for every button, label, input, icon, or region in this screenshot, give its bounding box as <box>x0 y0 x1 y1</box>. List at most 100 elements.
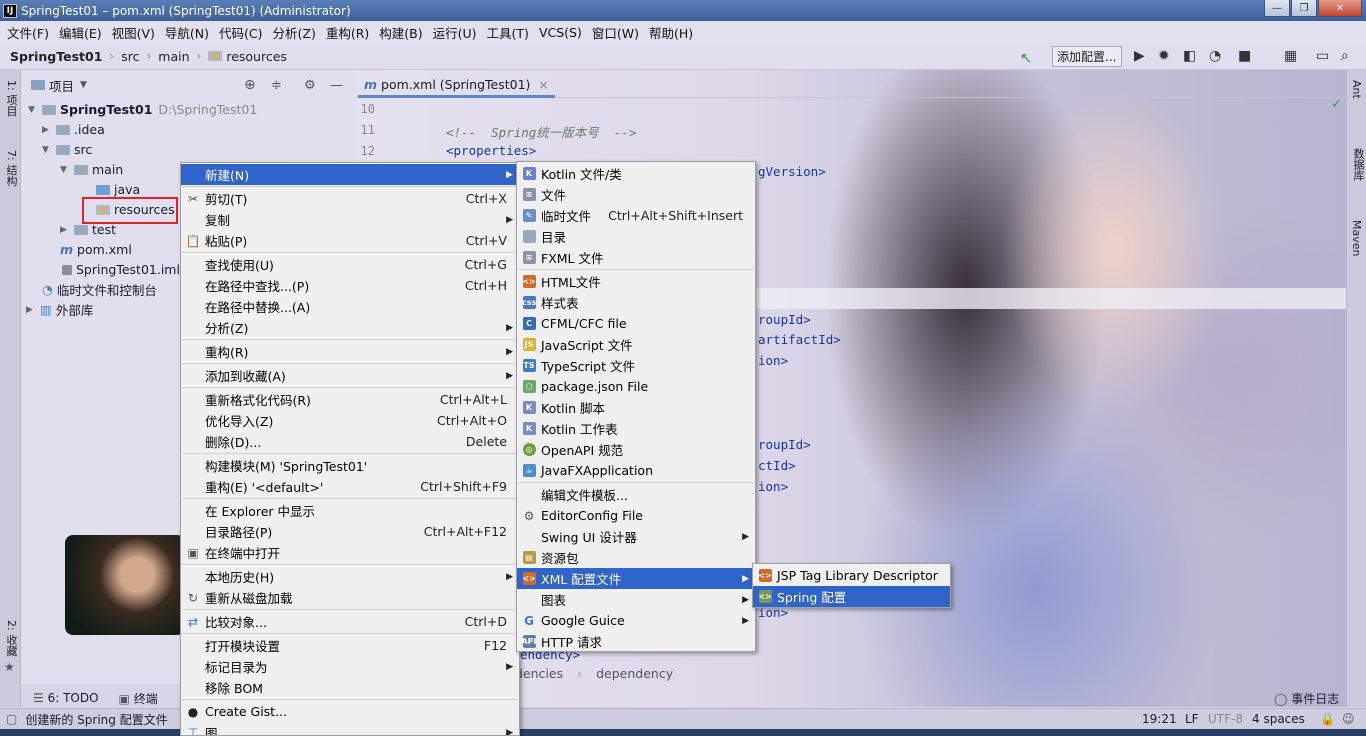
indent-setting[interactable]: 4 spaces <box>1252 712 1305 726</box>
menu-item-build-module[interactable]: 构建模块(M) 'SpringTest01' <box>181 455 519 476</box>
lock-icon[interactable]: 🔒 <box>1320 712 1335 726</box>
notifications-icon[interactable]: ☺ <box>1342 712 1355 726</box>
tree-item-scratches[interactable]: ◔ 临时文件和控制台 <box>42 280 157 299</box>
menu-item-mark-directory-as[interactable]: 标记目录为 ▶ <box>181 656 519 677</box>
new-fxml-file[interactable]: ≡ FXML 文件 <box>517 247 755 268</box>
menu-window[interactable]: 窗口(W) <box>587 23 644 42</box>
code-line[interactable]: gVersion> <box>758 164 826 179</box>
breadcrumb-resources[interactable]: resources <box>208 49 287 64</box>
tree-item-src[interactable]: ▼ src <box>42 140 92 159</box>
project-structure-icon[interactable]: ▦ <box>1284 48 1297 64</box>
menu-item-refactor[interactable]: 重构(R) ▶ <box>181 341 519 362</box>
code-line[interactable]: roupId> <box>758 437 811 452</box>
code-line[interactable]: ion> <box>758 479 788 494</box>
locate-icon[interactable]: ⊕ <box>244 77 256 93</box>
chevron-down-icon[interactable]: ▼ <box>80 80 87 90</box>
new-openapi-spec[interactable]: ◎ OpenAPI 规范 <box>517 439 755 460</box>
tree-item-test[interactable]: ▶ test <box>60 220 116 239</box>
code-properties[interactable]: <properties> <box>446 143 536 158</box>
menu-item-delete[interactable]: 删除(D)... Delete <box>181 431 519 452</box>
new-jsp-tld[interactable]: <> JSP Tag Library Descriptor <box>753 565 950 586</box>
menu-item-analyze[interactable]: 分析(Z) ▶ <box>181 317 519 338</box>
breadcrumb-main[interactable]: main <box>158 49 189 64</box>
new-file[interactable]: ≡ 文件 <box>517 184 755 205</box>
menu-edit[interactable]: 编辑(E) <box>54 23 107 42</box>
menu-item-directory-path[interactable]: 目录路径(P) Ctrl+Alt+F12 <box>181 521 519 542</box>
new-stylesheet[interactable]: css 样式表 <box>517 292 755 313</box>
event-log-tab[interactable]: ◯ 事件日志 <box>1274 690 1339 707</box>
profile-icon[interactable]: ◔ <box>1209 48 1221 64</box>
new-javafx-application[interactable]: ☕ JavaFXApplication <box>517 460 755 481</box>
breadcrumb-project[interactable]: SpringTest01 <box>10 49 102 64</box>
tree-item-main[interactable]: ▼ main <box>60 160 123 179</box>
new-spring-config[interactable]: <> Spring 配置 <box>753 586 950 607</box>
new-editorconfig-file[interactable]: ⚙ EditorConfig File <box>517 505 755 526</box>
collapse-icon[interactable]: ≑ <box>271 78 282 93</box>
structure-tool-tab[interactable]: 7: 结构 <box>3 150 19 186</box>
caret-position[interactable]: 19:21 <box>1142 712 1177 726</box>
new-html-file[interactable]: <> HTML文件 <box>517 271 755 292</box>
menu-refactor[interactable]: 重构(R) <box>321 23 374 42</box>
new-resource-bundle[interactable]: ▤ 资源包 <box>517 547 755 568</box>
minimize-button[interactable]: — <box>1264 0 1290 17</box>
menu-item-compare-with[interactable]: ⇄ 比较对象... Ctrl+D <box>181 611 519 632</box>
menu-build[interactable]: 构建(B) <box>374 23 427 42</box>
close-tab-icon[interactable]: × <box>538 77 548 92</box>
maven-tool-tab[interactable]: Maven <box>1350 220 1363 256</box>
tree-item-external-libs[interactable]: ▶ ▥ 外部库 <box>26 300 93 319</box>
menu-code[interactable]: 代码(C) <box>214 23 267 42</box>
tree-item-idea[interactable]: ▶ .idea <box>42 120 105 139</box>
new-kotlin-worksheet[interactable]: K Kotlin 工作表 <box>517 418 755 439</box>
menu-view[interactable]: 视图(V) <box>107 23 160 42</box>
new-cfml-file[interactable]: C CFML/CFC file <box>517 313 755 334</box>
new-xml-config-file[interactable]: <> XML 配置文件 ▶ <box>517 568 755 589</box>
menu-analyze[interactable]: 分析(Z) <box>268 23 321 42</box>
menu-item-find-usages[interactable]: 查找使用(U) Ctrl+G <box>181 254 519 275</box>
new-scratch-file[interactable]: ✎ 临时文件 Ctrl+Alt+Shift+Insert <box>517 205 755 226</box>
project-tool-tab[interactable]: 1: 项目 <box>3 80 19 116</box>
new-swing-ui-designer[interactable]: Swing UI 设计器 ▶ <box>517 526 755 547</box>
menu-vcs[interactable]: VCS(S) <box>534 25 587 40</box>
menu-item-find-in-path[interactable]: 在路径中查找...(P) Ctrl+H <box>181 275 519 296</box>
run-icon[interactable]: ▶ <box>1134 48 1145 64</box>
menu-item-cut[interactable]: ✂ 剪切(T) Ctrl+X <box>181 188 519 209</box>
search-icon[interactable]: ⌕ <box>1341 48 1349 64</box>
hammer-icon[interactable]: ↖ <box>1020 49 1033 67</box>
new-google-guice[interactable]: G Google Guice ▶ <box>517 610 755 631</box>
menu-navigate[interactable]: 导航(N) <box>160 23 214 42</box>
menu-tools[interactable]: 工具(T) <box>482 23 534 42</box>
menu-item-reload-from-disk[interactable]: ↻ 重新从磁盘加载 <box>181 587 519 608</box>
code-line[interactable]: artifactId> <box>758 332 841 347</box>
code-line[interactable]: roupId> <box>758 312 811 327</box>
new-http-request[interactable]: API HTTP 请求 <box>517 631 755 652</box>
menu-item-module-settings[interactable]: 打开模块设置 F12 <box>181 635 519 656</box>
code-line[interactable]: ctId> <box>758 458 796 473</box>
close-button[interactable]: ✕ <box>1318 0 1362 17</box>
breadcrumb-dependency[interactable]: dependency <box>596 666 673 681</box>
favorites-tool-tab[interactable]: 2: 收藏 <box>3 620 19 656</box>
new-diagram[interactable]: 图表 ▶ <box>517 589 755 610</box>
menu-item-paste[interactable]: 📋 粘贴(P) Ctrl+V <box>181 230 519 251</box>
gear-icon[interactable]: ⚙ <box>304 78 316 93</box>
new-kotlin-script[interactable]: K Kotlin 脚本 <box>517 397 755 418</box>
layout-icon[interactable]: ▭ <box>1316 48 1329 64</box>
menu-item-new[interactable]: 新建(N) ▶ <box>181 164 519 185</box>
menu-item-remove-bom[interactable]: 移除 BOM <box>181 677 519 698</box>
debug-icon[interactable]: ✹ <box>1158 48 1170 64</box>
database-tool-tab[interactable]: 数据库 <box>1350 148 1366 181</box>
menu-item-reformat-code[interactable]: 重新格式化代码(R) Ctrl+Alt+L <box>181 389 519 410</box>
new-typescript-file[interactable]: TS TypeScript 文件 <box>517 355 755 376</box>
menu-item-copy[interactable]: 复制 ▶ <box>181 209 519 230</box>
menu-item-add-to-favorites[interactable]: 添加到收藏(A) ▶ <box>181 365 519 386</box>
edit-file-templates[interactable]: 编辑文件模板... <box>517 484 755 505</box>
tree-item-project[interactable]: ▼ SpringTest01 D:\SpringTest01 <box>28 100 257 119</box>
maximize-button[interactable]: ❐ <box>1291 0 1317 17</box>
menu-run[interactable]: 运行(U) <box>428 23 482 42</box>
breadcrumb-src[interactable]: src <box>121 49 139 64</box>
menu-item-diagrams[interactable]: ⊤ 图 ▶ <box>181 722 519 736</box>
menu-item-local-history[interactable]: 本地历史(H) ▶ <box>181 566 519 587</box>
code-line[interactable]: ion> <box>758 353 788 368</box>
coverage-icon[interactable]: ◧ <box>1183 48 1196 64</box>
stop-icon[interactable]: ■ <box>1238 48 1251 64</box>
editor-tab-pom[interactable]: m pom.xml (SpringTest01) × <box>358 73 555 98</box>
